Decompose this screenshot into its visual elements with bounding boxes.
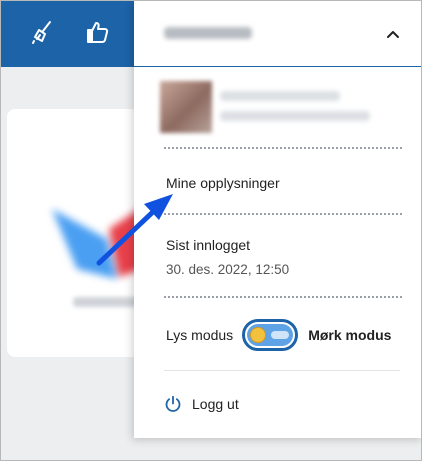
logout-label: Logg ut — [192, 396, 239, 412]
theme-switch-row: Lys modus Mørk modus — [166, 319, 406, 351]
my-info-link[interactable]: Mine opplysninger — [166, 175, 280, 191]
blurred-line — [220, 91, 340, 101]
broom-icon[interactable] — [27, 15, 61, 49]
light-mode-label: Lys modus — [166, 327, 234, 343]
logout-button[interactable]: Logg ut — [164, 393, 239, 415]
divider — [164, 370, 400, 371]
last-login-label: Sist innlogget — [166, 237, 251, 253]
last-login-value: 30. des. 2022, 12:50 — [166, 262, 290, 277]
theme-toggle[interactable] — [242, 319, 299, 351]
blurred-user-name — [164, 27, 252, 39]
dotted-divider — [164, 147, 402, 149]
avatar — [160, 81, 212, 133]
dotted-divider — [164, 213, 402, 215]
power-icon — [165, 395, 181, 412]
cloud-icon — [271, 331, 290, 339]
dotted-divider — [164, 296, 402, 298]
app-bar — [1, 1, 137, 67]
user-menu-panel: Mine opplysninger Sist innlogget 30. des… — [134, 1, 421, 438]
thumbs-up-icon[interactable] — [80, 15, 114, 49]
screenshot-frame: Mine opplysninger Sist innlogget 30. des… — [0, 0, 422, 461]
dark-mode-label: Mørk modus — [308, 327, 392, 343]
chevron-up-icon[interactable] — [386, 28, 400, 40]
blurred-line — [220, 111, 370, 121]
user-menu-header[interactable] — [134, 1, 421, 67]
user-profile-row — [160, 81, 370, 133]
